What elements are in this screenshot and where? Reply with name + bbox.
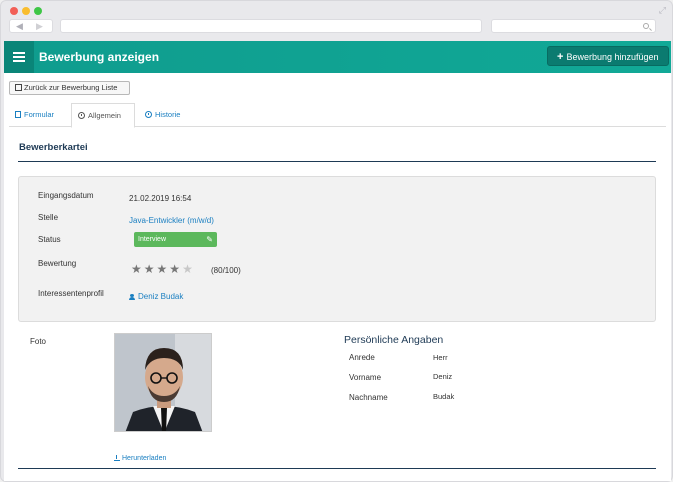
- last-name-value: Budak: [433, 392, 455, 401]
- received-date-value: 21.02.2019 16:54: [129, 194, 192, 203]
- browser-nav-buttons: ◀ ▶: [9, 19, 53, 33]
- star-filled-icon[interactable]: ★: [157, 262, 168, 276]
- profile-name: Deniz Budak: [138, 292, 184, 301]
- received-date-label: Eingangsdatum: [38, 191, 94, 200]
- status-value: Interview: [138, 236, 167, 243]
- menu-list-icon[interactable]: [4, 41, 34, 73]
- tab-formular-label: Formular: [24, 110, 55, 119]
- first-name-value: Deniz: [433, 372, 453, 381]
- tab-historie[interactable]: Historie: [139, 103, 194, 127]
- user-icon: [129, 294, 135, 300]
- first-name-label: Vorname: [349, 373, 382, 382]
- rating-score: (80/100): [211, 266, 241, 275]
- browser-window: ◀ ▶ ⤢ Bewerbung anzeigen + Bewerbung hinz…: [0, 0, 673, 482]
- fullscreen-icon[interactable]: ⤢: [659, 5, 666, 16]
- portrait-image: [115, 334, 211, 431]
- maximize-window-icon[interactable]: [34, 7, 42, 15]
- applicant-info-box: Eingangsdatum 21.02.2019 16:54 Stelle Ja…: [18, 176, 656, 322]
- tab-formular[interactable]: Formular: [9, 103, 69, 127]
- add-application-button[interactable]: + Bewerbung hinzufügen: [547, 46, 669, 66]
- search-icon: [643, 23, 649, 29]
- personal-info-title: Persönliche Angaben: [344, 334, 444, 346]
- salutation-label: Anrede: [349, 353, 375, 362]
- plus-icon: +: [557, 51, 564, 63]
- add-application-label: Bewerbung hinzufügen: [566, 52, 659, 62]
- rating-label: Bewertung: [38, 259, 77, 268]
- back-to-list-label: Zurück zur Bewerbung Liste: [24, 83, 118, 92]
- history-clock-icon: [145, 111, 152, 118]
- page-title: Bewerbung anzeigen: [39, 50, 160, 64]
- tab-bar: Formular Allgemein Historie: [9, 103, 666, 128]
- position-label: Stelle: [38, 213, 59, 222]
- browser-back-icon[interactable]: ◀: [16, 21, 23, 32]
- salutation-value: Herr: [433, 353, 448, 362]
- page-content: Bewerbung anzeigen + Bewerbung hinzufügen…: [4, 41, 671, 481]
- minimize-window-icon[interactable]: [22, 7, 30, 15]
- external-link-icon: [15, 84, 22, 91]
- profile-link[interactable]: Deniz Budak: [129, 292, 183, 301]
- last-name-label: Nachname: [349, 393, 388, 402]
- browser-chrome: ◀ ▶ ⤢: [1, 1, 672, 39]
- status-label: Status: [38, 235, 61, 244]
- star-filled-icon[interactable]: ★: [144, 262, 155, 276]
- star-filled-icon[interactable]: ★: [131, 262, 142, 276]
- download-label: Herunterladen: [122, 455, 167, 462]
- applicant-photo: [114, 333, 212, 432]
- back-to-list-button[interactable]: Zurück zur Bewerbung Liste: [9, 81, 130, 95]
- tab-allgemein-label: Allgemein: [88, 111, 121, 120]
- tab-allgemein[interactable]: Allgemein: [71, 103, 135, 128]
- close-window-icon[interactable]: [10, 7, 18, 15]
- position-link[interactable]: Java-Entwickler (m/w/d): [129, 216, 214, 225]
- document-icon: [15, 111, 21, 118]
- star-empty-icon[interactable]: ★: [182, 262, 193, 276]
- download-link[interactable]: Herunterladen: [114, 455, 166, 462]
- status-badge[interactable]: Interview ✎: [134, 232, 217, 247]
- browser-forward-icon[interactable]: ▶: [36, 21, 43, 32]
- address-bar[interactable]: [60, 19, 482, 33]
- download-icon: [114, 455, 120, 461]
- photo-label: Foto: [30, 337, 47, 346]
- edit-pencil-icon[interactable]: ✎: [206, 232, 213, 247]
- star-filled-icon[interactable]: ★: [169, 262, 180, 276]
- browser-search-field[interactable]: [491, 19, 656, 33]
- section-divider: [18, 161, 656, 162]
- section-title: Bewerberkartei: [19, 142, 88, 153]
- app-header: Bewerbung anzeigen + Bewerbung hinzufügen: [4, 41, 671, 73]
- tab-historie-label: Historie: [155, 110, 181, 119]
- bottom-divider: [18, 468, 656, 469]
- clock-icon: [78, 112, 85, 119]
- rating-stars: ★ ★ ★ ★ ★: [131, 262, 195, 276]
- profile-label: Interessentenprofil: [38, 289, 104, 298]
